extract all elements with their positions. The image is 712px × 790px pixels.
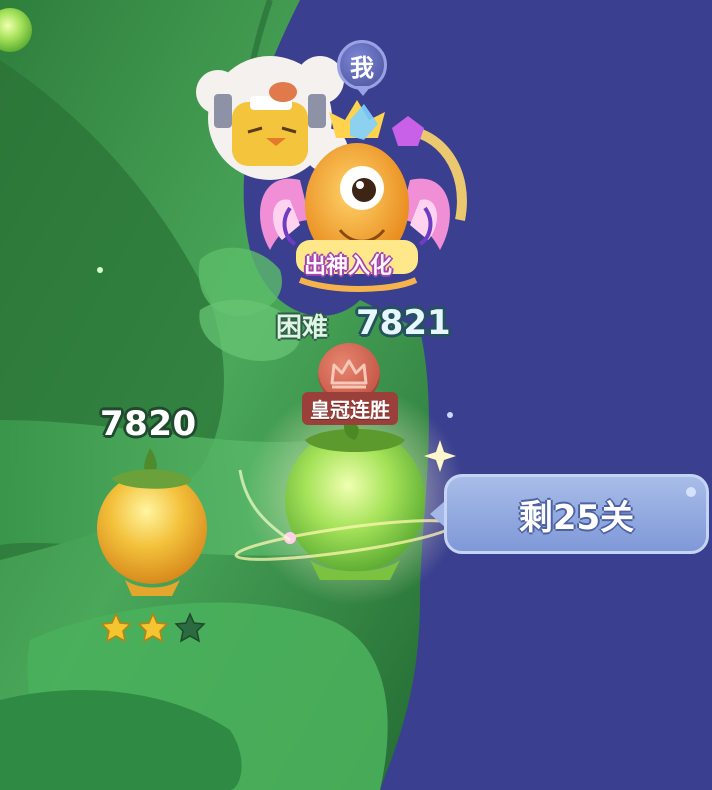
remaining-levels-text: 剩25关 <box>518 497 635 538</box>
player-tag-pointer <box>355 86 371 96</box>
player-tag-label: 我 <box>350 53 374 82</box>
star-empty-icon <box>174 612 206 643</box>
previous-level-number: 7820 <box>100 404 197 444</box>
star-filled-icon <box>137 612 169 643</box>
difficulty-label: 困难 <box>276 313 329 343</box>
remaining-levels-bubble[interactable]: 剩25关 <box>444 474 709 554</box>
crown-streak-label: 皇冠连胜 <box>302 392 398 425</box>
current-level-number: 7821 <box>356 303 451 343</box>
game-map: 我 出神入化 困难 7821 皇冠连胜 7820 剩25关 <box>0 0 712 790</box>
star-filled-icon <box>100 612 132 643</box>
bubble-dot <box>686 487 696 497</box>
level-node-previous[interactable] <box>95 448 210 598</box>
level-node-current[interactable] <box>285 425 425 575</box>
player-title-banner: 出神入化 <box>304 254 393 279</box>
player-tag: 我 <box>337 40 387 90</box>
